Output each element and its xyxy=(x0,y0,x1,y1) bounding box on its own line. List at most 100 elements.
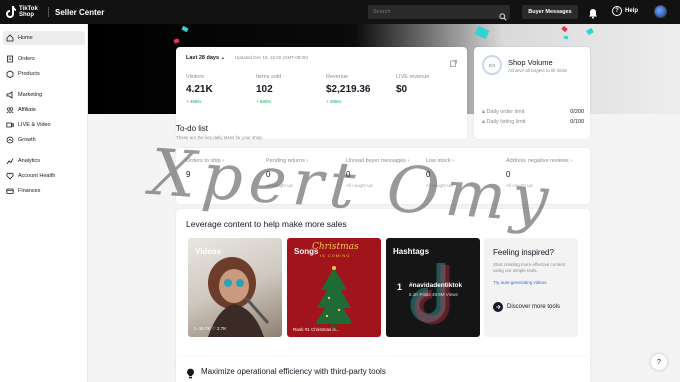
buyer-messages-button[interactable]: Buyer Messages xyxy=(522,5,578,19)
todo-value: 0 xyxy=(506,170,511,179)
limit-label: Daily listing limit xyxy=(486,119,526,125)
metric-value: $0 xyxy=(396,84,408,95)
search-input[interactable] xyxy=(368,9,492,15)
sidebar-item-live-video[interactable]: LIVE & Video xyxy=(3,118,85,132)
volume-progress-ring: 0/4 xyxy=(482,55,502,75)
sidebar-item-analytics[interactable]: Analytics xyxy=(3,154,85,168)
metric-label: Visitors xyxy=(186,74,204,80)
logo-text: TikTok Shop xyxy=(19,6,38,18)
confetti-decoration xyxy=(561,25,568,33)
inspiration-panel: Feeling inspired? Start creating more ef… xyxy=(484,238,578,337)
sidebar-item-affiliate[interactable]: Affiliate xyxy=(3,103,85,117)
metric-change: + 485% xyxy=(326,99,342,104)
metric-revenue[interactable]: Revenue $2,219.36 + 485% xyxy=(326,74,396,104)
metric-change: + 580% xyxy=(256,99,272,104)
growth-icon xyxy=(6,136,14,144)
chevron-right-icon: › xyxy=(220,158,224,164)
third-party-tools-card[interactable]: Maximize operational efficiency with thi… xyxy=(176,357,590,382)
videos-tile[interactable]: Videos ▷ 16.7K ♡ 2.7K xyxy=(188,238,282,337)
account-health-icon xyxy=(6,172,14,180)
metrics-card: Last 28 days ⌄ Updated Dec 16, 16:00 (GM… xyxy=(176,47,467,139)
analytics-icon xyxy=(6,157,14,165)
confetti-decoration xyxy=(181,25,189,33)
orders-icon xyxy=(6,55,14,63)
todo-status: All caught up! xyxy=(426,183,454,188)
sidebar-item-label: Home xyxy=(18,35,33,41)
sidebar-item-label: Finances xyxy=(18,188,41,194)
inspire-body: Start creating more effective content us… xyxy=(493,262,566,273)
products-icon xyxy=(6,70,14,78)
hashtags-tile[interactable]: Hashtags 1 #navidadentiktok 6.1K Posts 4… xyxy=(386,238,480,337)
content-card: Leverage content to help make more sales… xyxy=(176,209,590,367)
sidebar-item-growth[interactable]: Growth xyxy=(3,133,85,147)
sidebar-item-marketing[interactable]: Marketing xyxy=(3,88,85,102)
todo-label: Orders to ship xyxy=(186,158,221,164)
songs-rank: Rank #1 Christmas is... xyxy=(293,327,340,332)
daily-order-limit: 🔒︎ Daily order limit 0/200 xyxy=(482,109,584,116)
sidebar-item-label: Orders xyxy=(18,56,35,62)
todo-orders-to-ship[interactable]: Orders to ship › 9 xyxy=(186,158,266,183)
logo[interactable]: TikTok Shop xyxy=(6,6,45,18)
app-title: Seller Center xyxy=(55,7,105,17)
floating-help-button[interactable]: ? xyxy=(651,354,667,370)
chevron-right-icon: › xyxy=(304,158,309,164)
home-icon xyxy=(6,34,14,42)
metric-visitors[interactable]: Visitors 4.21K + 458% xyxy=(186,74,256,104)
chevron-right-icon: › xyxy=(450,158,454,164)
hashtags-label: Hashtags xyxy=(393,247,430,256)
auto-generate-link[interactable]: Try auto-generating videos. xyxy=(493,280,548,285)
limit-label: Daily order limit xyxy=(486,109,525,115)
sidebar: Home Orders Products Marketing Affiliate… xyxy=(0,24,88,382)
metric-items-sold[interactable]: Items sold 102 + 580% xyxy=(256,74,326,104)
todo-value: 0 xyxy=(266,170,271,179)
todo-low-stock[interactable]: Low stock › 0 All caught up! xyxy=(426,158,506,188)
sidebar-item-finances[interactable]: Finances xyxy=(3,184,85,198)
metric-value: 4.21K xyxy=(186,84,213,95)
finances-icon xyxy=(6,187,14,195)
todo-unread-messages[interactable]: Unread buyer messages › 0 All caught up! xyxy=(346,158,426,188)
discover-tools-button[interactable]: Discover more tools xyxy=(493,302,560,312)
shop-volume-title: Shop Volume xyxy=(508,58,553,67)
todo-value: 9 xyxy=(186,170,191,179)
main-content: Last 28 days ⌄ Updated Dec 16, 16:00 (GM… xyxy=(88,24,680,382)
date-range-select[interactable]: Last 28 days ⌄ xyxy=(186,55,225,61)
todo-label: Low stock xyxy=(426,158,451,164)
hashtag-name: #navidadentiktok xyxy=(409,282,463,289)
chevron-right-icon: › xyxy=(568,158,573,164)
sidebar-item-account-health[interactable]: Account Health xyxy=(3,169,85,183)
songs-tile[interactable]: Christmas IS COMING Songs Rank #1 Christ… xyxy=(287,238,381,337)
tiktok-logo-icon xyxy=(6,6,16,18)
arrow-right-icon xyxy=(493,302,503,312)
chevron-down-icon: ⌄ xyxy=(220,55,226,61)
discover-label: Discover more tools xyxy=(507,304,561,310)
shop-volume-subtitle: Achieve all targets to lift limits xyxy=(508,68,568,73)
sidebar-item-home[interactable]: Home xyxy=(3,31,85,45)
sidebar-item-products[interactable]: Products xyxy=(3,67,85,81)
marketing-icon xyxy=(6,91,14,99)
metric-live-revenue[interactable]: LIVE revenue $0 xyxy=(396,74,466,99)
daily-listing-limit: 🔒︎ Daily listing limit 0/100 xyxy=(482,119,584,126)
sidebar-item-label: Analytics xyxy=(18,158,41,164)
todo-pending-returns[interactable]: Pending returns › 0 All caught up! xyxy=(266,158,346,188)
limit-value: 0/100 xyxy=(570,119,584,125)
confetti-decoration xyxy=(586,27,594,36)
hashtag-stats: 6.1K Posts 49.6M Views xyxy=(409,292,458,297)
bell-icon[interactable] xyxy=(588,6,598,24)
todo-negative-reviews[interactable]: Address negative reviews › 0 All caught … xyxy=(506,158,586,188)
avatar[interactable] xyxy=(654,5,667,18)
top-bar: TikTok Shop Seller Center Buyer Messages… xyxy=(0,0,680,24)
shop-volume-card[interactable]: 0/4 Shop Volume Achieve all targets to l… xyxy=(474,47,590,139)
external-link-icon[interactable] xyxy=(450,54,457,72)
todo-label: Address negative reviews xyxy=(506,158,569,164)
third-party-tools-title: Maximize operational efficiency with thi… xyxy=(201,367,386,376)
sidebar-item-orders[interactable]: Orders xyxy=(3,52,85,66)
confetti-decoration xyxy=(474,25,490,40)
live-video-icon xyxy=(6,121,14,129)
date-range-label: Last 28 days xyxy=(186,55,220,61)
search-box[interactable] xyxy=(368,5,510,21)
songs-label: Songs xyxy=(294,247,319,256)
affiliate-icon xyxy=(6,106,14,114)
metric-value: 102 xyxy=(256,84,273,95)
metric-value: $2,219.36 xyxy=(326,84,371,95)
help-button[interactable]: ? Help xyxy=(612,6,638,16)
